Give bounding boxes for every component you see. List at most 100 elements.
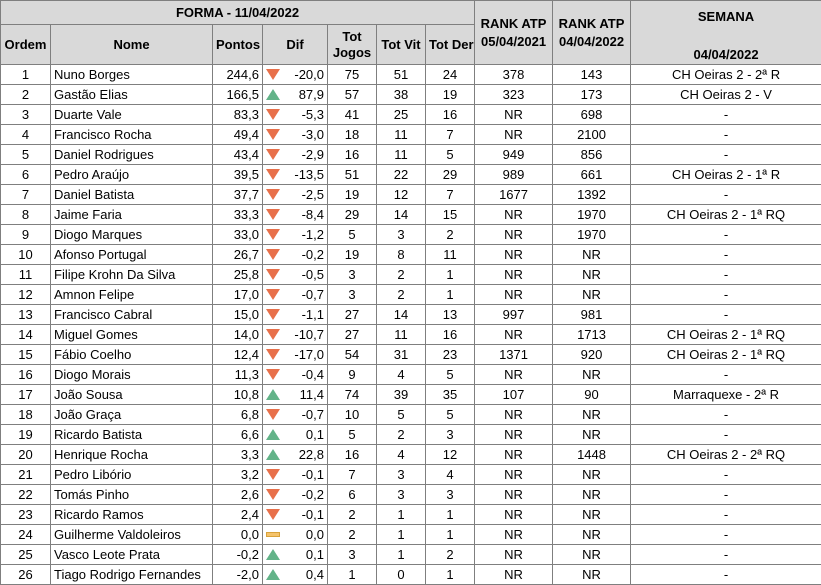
tot-der-cell: 12 bbox=[426, 445, 475, 465]
tot-der-cell: 1 bbox=[426, 285, 475, 305]
tot-jogos-cell: 3 bbox=[328, 545, 377, 565]
trend-down-icon bbox=[266, 69, 280, 81]
semana-cell: - bbox=[631, 465, 821, 485]
tot-der-cell: 1 bbox=[426, 565, 475, 585]
semana-cell: - bbox=[631, 545, 821, 565]
forma-title: FORMA - 11/04/2022 bbox=[1, 1, 475, 25]
ordem-cell: 15 bbox=[1, 345, 51, 365]
pontos-cell: 37,7 bbox=[213, 185, 263, 205]
player-name: Afonso Portugal bbox=[51, 245, 213, 265]
tot-der-cell: 3 bbox=[426, 485, 475, 505]
tot-jogos-cell: 27 bbox=[328, 305, 377, 325]
pontos-cell: 2,6 bbox=[213, 485, 263, 505]
rank-2021-cell: 107 bbox=[475, 385, 553, 405]
dif-value: 0,1 bbox=[306, 545, 324, 564]
player-name: Tomás Pinho bbox=[51, 485, 213, 505]
dif-value: -13,5 bbox=[294, 165, 324, 184]
dif-value: -1,2 bbox=[302, 225, 324, 244]
table-row: 21Pedro Libório3,2-0,1734NRNR- bbox=[1, 465, 821, 485]
rank-atp-2021-date: 05/04/2021 bbox=[481, 34, 546, 49]
trend-down-icon bbox=[266, 249, 280, 261]
tot-der-cell: 13 bbox=[426, 305, 475, 325]
trend-down-icon bbox=[266, 409, 280, 421]
tot-der-cell: 29 bbox=[426, 165, 475, 185]
dif-value: 22,8 bbox=[299, 445, 324, 464]
tot-jogos-header: Tot Jogos bbox=[328, 25, 377, 65]
dif-header: Dif bbox=[263, 25, 328, 65]
table-row: 10Afonso Portugal26,7-0,219811NRNR- bbox=[1, 245, 821, 265]
rank-2021-cell: 997 bbox=[475, 305, 553, 325]
player-name: Francisco Cabral bbox=[51, 305, 213, 325]
tot-vit-cell: 2 bbox=[377, 265, 426, 285]
player-name: Miguel Gomes bbox=[51, 325, 213, 345]
tot-jogos-cell: 3 bbox=[328, 285, 377, 305]
tot-jogos-cell: 3 bbox=[328, 265, 377, 285]
table-row: 1Nuno Borges244,6-20,0755124378143CH Oei… bbox=[1, 65, 821, 85]
tot-jogos-cell: 16 bbox=[328, 145, 377, 165]
pontos-cell: 17,0 bbox=[213, 285, 263, 305]
ordem-cell: 21 bbox=[1, 465, 51, 485]
ordem-cell: 19 bbox=[1, 425, 51, 445]
pontos-cell: 15,0 bbox=[213, 305, 263, 325]
dif-cell: -10,7 bbox=[263, 325, 328, 345]
tot-jogos-cell: 7 bbox=[328, 465, 377, 485]
nome-header: Nome bbox=[51, 25, 213, 65]
dif-value: -0,2 bbox=[302, 485, 324, 504]
dif-cell: -8,4 bbox=[263, 205, 328, 225]
player-name: Diogo Marques bbox=[51, 225, 213, 245]
rank-2021-cell: NR bbox=[475, 285, 553, 305]
rank-2021-cell: NR bbox=[475, 525, 553, 545]
tot-der-cell: 24 bbox=[426, 65, 475, 85]
table-row: 17João Sousa10,811,474393510790Marraquex… bbox=[1, 385, 821, 405]
semana-cell: - bbox=[631, 105, 821, 125]
pontos-cell: 244,6 bbox=[213, 65, 263, 85]
dif-value: -0,4 bbox=[302, 365, 324, 384]
ordem-cell: 25 bbox=[1, 545, 51, 565]
tot-vit-cell: 14 bbox=[377, 205, 426, 225]
rank-2022-cell: NR bbox=[553, 505, 631, 525]
tot-vit-cell: 1 bbox=[377, 525, 426, 545]
pontos-cell: 6,8 bbox=[213, 405, 263, 425]
semana-cell: - bbox=[631, 145, 821, 165]
trend-down-icon bbox=[266, 349, 280, 361]
ordem-cell: 1 bbox=[1, 65, 51, 85]
table-row: 8Jaime Faria33,3-8,4291415NR1970CH Oeira… bbox=[1, 205, 821, 225]
ordem-cell: 8 bbox=[1, 205, 51, 225]
rank-2022-cell: 920 bbox=[553, 345, 631, 365]
player-name: Ricardo Batista bbox=[51, 425, 213, 445]
dif-value: -0,1 bbox=[302, 465, 324, 484]
rank-2021-cell: 323 bbox=[475, 85, 553, 105]
table-row: 15Fábio Coelho12,4-17,05431231371920CH O… bbox=[1, 345, 821, 365]
trend-down-icon bbox=[266, 149, 280, 161]
tot-vit-cell: 1 bbox=[377, 545, 426, 565]
semana-cell: - bbox=[631, 505, 821, 525]
dif-value: -0,1 bbox=[302, 505, 324, 524]
rank-2022-cell: NR bbox=[553, 465, 631, 485]
trend-up-icon bbox=[266, 429, 280, 441]
dif-value: 0,1 bbox=[306, 425, 324, 444]
rank-atp-2022-label: RANK ATP bbox=[559, 16, 625, 31]
tot-vit-cell: 51 bbox=[377, 65, 426, 85]
tot-jogos-cell: 27 bbox=[328, 325, 377, 345]
player-name: Jaime Faria bbox=[51, 205, 213, 225]
dif-value: -0,5 bbox=[302, 265, 324, 284]
tot-vit-cell: 1 bbox=[377, 505, 426, 525]
dif-cell: 0,1 bbox=[263, 425, 328, 445]
tot-der-cell: 2 bbox=[426, 545, 475, 565]
table-row: 19Ricardo Batista6,60,1523NRNR- bbox=[1, 425, 821, 445]
ordem-cell: 14 bbox=[1, 325, 51, 345]
trend-up-icon bbox=[266, 89, 280, 101]
tot-vit-cell: 8 bbox=[377, 245, 426, 265]
trend-down-icon bbox=[266, 169, 280, 181]
semana-cell: - bbox=[631, 225, 821, 245]
dif-value: -2,5 bbox=[302, 185, 324, 204]
semana-cell: - bbox=[631, 485, 821, 505]
tot-der-cell: 16 bbox=[426, 105, 475, 125]
player-name: Duarte Vale bbox=[51, 105, 213, 125]
ordem-cell: 13 bbox=[1, 305, 51, 325]
rank-2021-cell: NR bbox=[475, 265, 553, 285]
dif-cell: -17,0 bbox=[263, 345, 328, 365]
dif-cell: 0,0 bbox=[263, 525, 328, 545]
tot-jogos-cell: 18 bbox=[328, 125, 377, 145]
rank-2022-cell: NR bbox=[553, 245, 631, 265]
